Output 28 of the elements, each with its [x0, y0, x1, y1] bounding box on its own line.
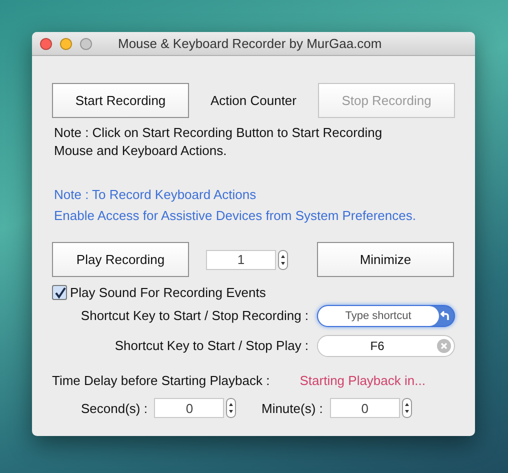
keyboard-note-text: Note : To Record Keyboard Actions	[54, 186, 258, 204]
playback-status-text: Starting Playback in...	[300, 373, 426, 388]
stepper-arrows-icon[interactable]	[402, 398, 412, 418]
action-counter-label: Action Counter	[210, 93, 298, 108]
delay-field[interactable]: 0	[330, 398, 400, 418]
shortcut-label: Shortcut Key to Start / Stop Play :	[114, 338, 310, 353]
minimize-button[interactable]: Minimize	[317, 242, 454, 277]
play-sound-checkbox[interactable]: Play Sound For Recording Events	[52, 285, 455, 300]
undo-arrow-icon[interactable]	[439, 310, 451, 322]
delay-label: Minute(s) :	[261, 400, 323, 416]
play-recording-button[interactable]: Play Recording	[52, 242, 189, 277]
shortcut-field[interactable]: Type shortcut	[316, 304, 455, 326]
shortcut-field[interactable]: F6	[316, 334, 455, 356]
time-delay-label: Time Delay before Starting Playback :	[52, 373, 270, 388]
delay-field[interactable]: 0	[154, 398, 224, 418]
stepper-arrows-icon[interactable]	[278, 250, 288, 270]
note-text: Note : Click on Start Recording Button to Start Recording Mouse and Keyboard Actions.	[54, 124, 384, 160]
close-button[interactable]	[40, 38, 52, 50]
delay-label: Second(s) :	[81, 400, 148, 416]
stepper-arrows-icon[interactable]	[226, 398, 236, 418]
minimize-window-button[interactable]	[60, 38, 72, 50]
shortcut-label: Shortcut Key to Start / Stop Recording :	[80, 308, 310, 323]
zoom-button[interactable]	[80, 38, 92, 50]
keyboard-note-text: Enable Access for Assistive Devices from System Preferences.	[54, 207, 417, 225]
repeat-count-field[interactable]: 1	[206, 250, 276, 270]
start-recording-button[interactable]: Start Recording	[52, 83, 189, 118]
checkmark-icon	[54, 286, 66, 298]
window-title: Mouse & Keyboard Recorder by MurGaa.com	[118, 36, 382, 51]
